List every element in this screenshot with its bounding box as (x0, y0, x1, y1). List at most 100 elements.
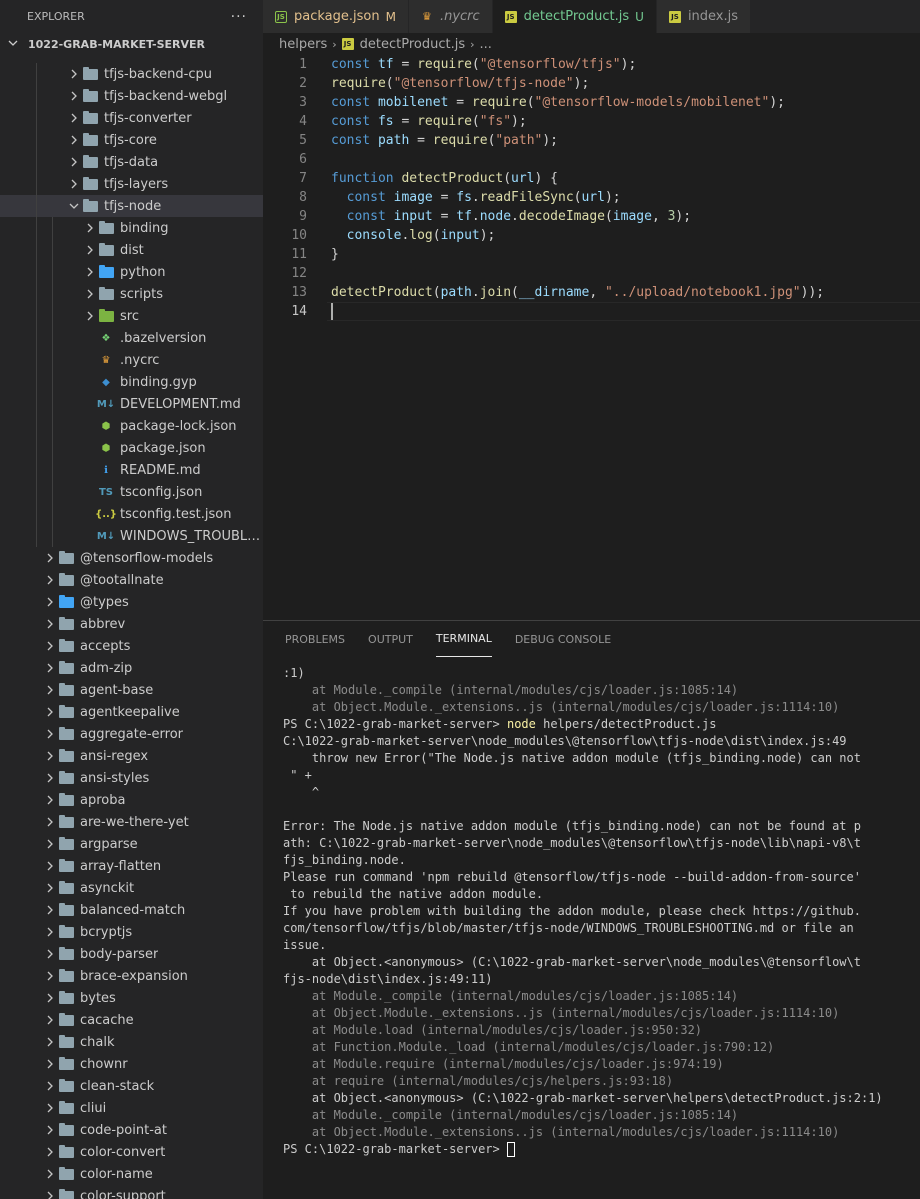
chevron-right-icon (42, 660, 58, 676)
tree-folder[interactable]: adm-zip (0, 657, 263, 679)
tree-item-label: color-support (80, 1188, 166, 1199)
folder-icon (98, 220, 114, 236)
tree-folder[interactable]: color-name (0, 1163, 263, 1185)
editor-tab[interactable]: ♛ .nycrc (408, 0, 493, 33)
tree-folder[interactable]: are-we-there-yet (0, 811, 263, 833)
panel-tab-terminal[interactable]: TERMINAL (435, 621, 492, 657)
tree-file[interactable]: ℹ README.md (0, 459, 263, 481)
chevron-right-icon (42, 638, 58, 654)
indent-guide (52, 393, 53, 415)
tree-item-label: aproba (80, 792, 126, 808)
tree-folder[interactable]: array-flatten (0, 855, 263, 877)
tree-folder[interactable]: src (0, 305, 263, 327)
tree-folder[interactable]: @tootallnate (0, 569, 263, 591)
tree-item-label: cliui (80, 1100, 107, 1116)
chevron-right-icon (42, 1188, 58, 1199)
code-line: 10 console.log(input); (263, 226, 920, 245)
tree-folder[interactable]: tfjs-layers (0, 173, 263, 195)
folder-icon (58, 990, 74, 1006)
tree-folder[interactable]: tfjs-backend-cpu (0, 63, 263, 85)
folder-icon (58, 1056, 74, 1072)
tree-folder[interactable]: aggregate-error (0, 723, 263, 745)
terminal-line: issue. (283, 938, 327, 952)
nodejs-icon: JS (275, 10, 287, 23)
python-icon: ◆ (102, 376, 110, 388)
tree-folder[interactable]: bcryptjs (0, 921, 263, 943)
tree-folder[interactable]: agent-base (0, 679, 263, 701)
indent-guide (36, 261, 37, 283)
breadcrumb-file[interactable]: detectProduct.js (360, 37, 465, 52)
tree-folder[interactable]: ansi-regex (0, 745, 263, 767)
tree-folder[interactable]: abbrev (0, 613, 263, 635)
editor-tab[interactable]: JS index.js (656, 0, 752, 33)
panel-tab-debug-console[interactable]: DEBUG CONSOLE (515, 621, 611, 657)
tree-folder[interactable]: cacache (0, 1009, 263, 1031)
more-actions-icon[interactable]: ··· (231, 9, 247, 25)
js-icon: JS (668, 10, 681, 23)
tree-folder[interactable]: code-point-at (0, 1119, 263, 1141)
tree-folder[interactable]: tfjs-data (0, 151, 263, 173)
editor-tab[interactable]: JS package.json M (263, 0, 409, 33)
tree-folder[interactable]: @types (0, 591, 263, 613)
tree-file[interactable]: M↓ WINDOWS_TROUBLESHOOT... (0, 525, 263, 547)
panel-tab-problems[interactable]: PROBLEMS (285, 621, 345, 657)
tree-folder[interactable]: asynckit (0, 877, 263, 899)
folder-shape (58, 682, 74, 696)
tree-folder[interactable]: body-parser (0, 943, 263, 965)
tree-file[interactable]: ❖ .bazelversion (0, 327, 263, 349)
tree-folder[interactable]: dist (0, 239, 263, 261)
tree-folder[interactable]: ansi-styles (0, 767, 263, 789)
tree-folder[interactable]: cliui (0, 1097, 263, 1119)
tree-file[interactable]: {..} tsconfig.test.json (0, 503, 263, 525)
tree-folder[interactable]: bytes (0, 987, 263, 1009)
tree-file[interactable]: ⬢ package.json (0, 437, 263, 459)
tree-folder[interactable]: brace-expansion (0, 965, 263, 987)
tree-folder[interactable]: chownr (0, 1053, 263, 1075)
explorer-title: EXPLORER (27, 10, 85, 23)
tree-item-label: WINDOWS_TROUBLESHOOT... (120, 528, 263, 544)
chevron-right-icon (42, 1012, 58, 1028)
tree-file[interactable]: ⬢ package-lock.json (0, 415, 263, 437)
chevron-right-icon (42, 880, 58, 896)
folder-icon (58, 792, 74, 808)
tree-folder[interactable]: accepts (0, 635, 263, 657)
tree-folder[interactable]: tfjs-core (0, 129, 263, 151)
tree-file[interactable]: ◆ binding.gyp (0, 371, 263, 393)
tree-item-label: brace-expansion (80, 968, 188, 984)
tree-folder[interactable]: python (0, 261, 263, 283)
tree-folder[interactable]: tfjs-backend-webgl (0, 85, 263, 107)
tree-folder[interactable]: scripts (0, 283, 263, 305)
tree-folder[interactable]: balanced-match (0, 899, 263, 921)
editor-tab[interactable]: JS detectProduct.js U (492, 0, 657, 33)
panel-tab-output[interactable]: OUTPUT (368, 621, 413, 657)
breadcrumb-more[interactable]: ... (480, 37, 492, 52)
tree-file[interactable]: TS tsconfig.json (0, 481, 263, 503)
line-number: 5 (299, 133, 307, 148)
tree-folder[interactable]: tfjs-node (0, 195, 263, 217)
folder-icon (58, 1012, 74, 1028)
tree-folder[interactable]: binding (0, 217, 263, 239)
code-text: } (331, 247, 339, 262)
tree-folder[interactable]: clean-stack (0, 1075, 263, 1097)
tree-folder[interactable]: argparse (0, 833, 263, 855)
chevron-right-icon (66, 110, 82, 126)
tree-folder[interactable]: color-convert (0, 1141, 263, 1163)
project-root[interactable]: 1022-GRAB-MARKET-SERVER (0, 33, 263, 55)
tree-folder[interactable]: agentkeepalive (0, 701, 263, 723)
terminal-line: at Module._compile (internal/modules/cjs… (283, 989, 739, 1003)
tree-item-label: .nycrc (120, 352, 160, 368)
tree-file[interactable]: M↓ DEVELOPMENT.md (0, 393, 263, 415)
tree-folder[interactable]: color-support (0, 1185, 263, 1199)
code-editor[interactable]: 1 const tf = require("@tensorflow/tfjs");… (263, 55, 920, 620)
tree-item-label: @tootallnate (80, 572, 164, 588)
breadcrumb-folder[interactable]: helpers (279, 37, 327, 52)
indent-guide (36, 459, 37, 481)
tree-file[interactable]: ♛ .nycrc (0, 349, 263, 371)
tree-folder[interactable]: aproba (0, 789, 263, 811)
tree-folder[interactable]: chalk (0, 1031, 263, 1053)
terminal-output[interactable]: :1) at Module._compile (internal/modules… (263, 657, 920, 1158)
tree-folder[interactable]: tfjs-converter (0, 107, 263, 129)
tree-folder[interactable]: @tensorflow-models (0, 547, 263, 569)
terminal-line: com/tensorflow/tfjs/blob/master/tfjs-nod… (283, 921, 854, 935)
tree-item-label: ansi-styles (80, 770, 150, 786)
